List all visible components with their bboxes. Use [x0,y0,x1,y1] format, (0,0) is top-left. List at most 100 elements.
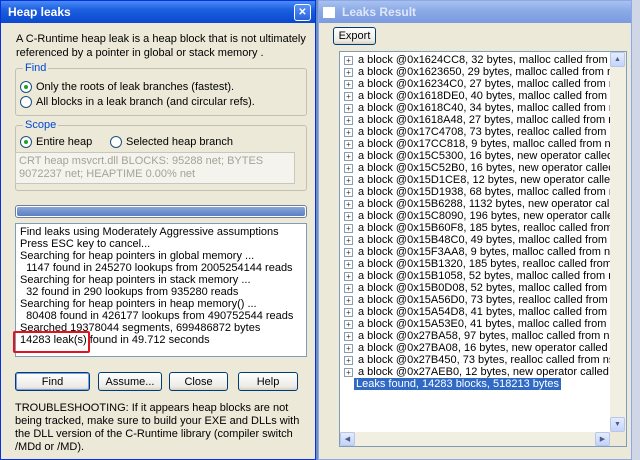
expand-plus-icon[interactable]: + [344,247,353,257]
scroll-up-icon[interactable]: ▲ [610,52,625,67]
expand-plus-icon[interactable]: + [344,259,353,269]
expand-plus-icon[interactable]: + [344,223,353,233]
tree-row-label: a block @0x27BA58, 97 bytes, malloc call… [358,330,611,342]
expand-plus-icon[interactable]: + [344,271,353,281]
tree-row[interactable]: + a block @0x16234C0, 27 bytes, malloc ca… [340,78,611,90]
log-line: Press ESC key to cancel... [20,238,151,250]
tree-row[interactable]: + a block @0x15C8090, 196 bytes, new oper… [340,210,611,222]
troubleshooting-text: TROUBLESHOOTING: If it appears heap bloc… [15,402,300,453]
find-roots-label: Only the roots of leak branches (fastest… [36,81,235,93]
tree-row[interactable]: + a block @0x15A54D8, 41 bytes, malloc ca… [340,306,611,318]
tree-rows: + a block @0x1624CC8, 32 bytes, malloc ca… [340,54,611,434]
size-grip [610,432,626,446]
vertical-scrollbar[interactable]: ▲ ▼ [610,52,626,432]
tree-row[interactable]: + a block @0x15D1938, 68 bytes, malloc ca… [340,186,611,198]
heap-info-field: CRT heap msvcrt.dll BLOCKS: 95288 net; B… [15,152,295,184]
expand-plus-icon[interactable]: + [344,139,353,149]
tree-row-label: a block @0x15A54D8, 41 bytes, malloc cal… [358,306,611,318]
log-line: 80408 found in 426177 lookups from 49075… [20,310,294,322]
tree-row-label: a block @0x1618A48, 27 bytes, malloc cal… [358,114,611,126]
scope-branch-radio[interactable]: Selected heap branch [110,136,233,148]
tree-row[interactable]: + a block @0x15B60F8, 185 bytes, realloc … [340,222,611,234]
expand-plus-icon[interactable]: + [344,367,353,377]
leaks-tree[interactable]: + a block @0x1624CC8, 32 bytes, malloc ca… [339,51,627,447]
expand-plus-icon[interactable]: + [344,199,353,209]
expand-plus-icon[interactable]: + [344,211,353,221]
tree-row[interactable]: + a block @0x15B1320, 185 bytes, realloc … [340,258,611,270]
tree-row[interactable]: + a block @0x27AEB0, 12 bytes, new operat… [340,366,611,378]
tree-row-label: a block @0x15B1320, 185 bytes, realloc c… [358,258,611,270]
assume-button[interactable]: Assume... [98,372,162,391]
tree-row[interactable]: + a block @0x17C4708, 73 bytes, realloc c… [340,126,611,138]
tree-row[interactable]: + a block @0x15A53E0, 41 bytes, malloc ca… [340,318,611,330]
scroll-down-icon[interactable]: ▼ [610,417,625,432]
radio-selected-icon[interactable] [20,81,32,93]
tree-row-label: a block @0x15B1058, 52 bytes, malloc cal… [358,270,611,282]
tree-row[interactable]: + a block @0x15F3AA8, 9 bytes, malloc cal… [340,246,611,258]
scope-entire-radio[interactable]: Entire heap [20,136,92,148]
tree-row[interactable]: + a block @0x27B450, 73 bytes, realloc ca… [340,354,611,366]
find-group: Find Only the roots of leak branches (fa… [15,62,307,116]
expand-plus-icon[interactable]: + [344,103,353,113]
radio-unselected-icon[interactable] [110,136,122,148]
expand-plus-icon[interactable]: + [344,295,353,305]
tree-row-label: a block @0x27B450, 73 bytes, realloc cal… [358,354,611,366]
horizontal-scrollbar[interactable]: ◀ ▶ [340,432,610,446]
expand-plus-icon[interactable]: + [344,175,353,185]
results-titlebar[interactable]: Leaks Result [319,1,631,23]
dialog-title: Heap leaks [8,5,71,19]
tree-row[interactable]: + a block @0x1618DE0, 40 bytes, malloc ca… [340,90,611,102]
expand-plus-icon[interactable]: + [344,91,353,101]
radio-unselected-icon[interactable] [20,96,32,108]
scroll-right-icon[interactable]: ▶ [595,432,610,446]
expand-plus-icon[interactable]: + [344,55,353,65]
find-button[interactable]: Find [15,372,90,391]
help-button[interactable]: Help [238,372,298,391]
tree-row[interactable]: + a block @0x27BA08, 16 bytes, new operat… [340,342,611,354]
expand-plus-icon[interactable]: + [344,331,353,341]
expand-plus-icon[interactable]: + [344,319,353,329]
tree-row[interactable]: + a block @0x17CC818, 9 bytes, malloc cal… [340,138,611,150]
tree-row[interactable]: + a block @0x15B0D08, 52 bytes, malloc ca… [340,282,611,294]
scroll-left-icon[interactable]: ◀ [340,432,355,446]
expand-plus-icon[interactable]: + [344,163,353,173]
expand-plus-icon[interactable]: + [344,283,353,293]
expand-plus-icon[interactable]: + [344,307,353,317]
tree-row[interactable]: + a block @0x15A56D0, 73 bytes, realloc c… [340,294,611,306]
find-all-label: All blocks in a leak branch (and circula… [36,96,255,108]
export-button[interactable]: Export [333,27,376,45]
tree-row[interactable]: + a block @0x15D1CE8, 12 bytes, new opera… [340,174,611,186]
expand-plus-icon[interactable]: + [344,67,353,77]
tree-row-label: a block @0x15A53E0, 41 bytes, malloc cal… [358,318,611,330]
expand-plus-icon[interactable]: + [344,79,353,89]
expand-plus-icon[interactable]: + [344,115,353,125]
tree-row[interactable]: + a block @0x1618C40, 34 bytes, malloc ca… [340,102,611,114]
tree-row[interactable]: + a block @0x15B6288, 1132 bytes, new ope… [340,198,611,210]
expand-plus-icon[interactable]: + [344,127,353,137]
tree-row[interactable]: + a block @0x1618A48, 27 bytes, malloc ca… [340,114,611,126]
tree-row[interactable]: + a block @0x15C52B0, 16 bytes, new opera… [340,162,611,174]
find-all-radio[interactable]: All blocks in a leak branch (and circula… [20,96,255,108]
dialog-titlebar[interactable]: Heap leaks ✕ [1,1,315,23]
heap-leaks-dialog: Heap leaks ✕ A C-Runtime heap leak is a … [0,0,316,460]
tree-row-label: a block @0x17C4708, 73 bytes, realloc ca… [358,126,611,138]
tree-row-label: a block @0x15D1CE8, 12 bytes, new operat… [358,174,611,186]
expand-plus-icon[interactable]: + [344,151,353,161]
tree-row[interactable]: + a block @0x15B1058, 52 bytes, malloc ca… [340,270,611,282]
radio-selected-icon[interactable] [20,136,32,148]
log-line: Searching for heap pointers in global me… [20,250,255,262]
close-icon[interactable]: ✕ [294,3,311,21]
expand-plus-icon[interactable]: + [344,235,353,245]
tree-row[interactable]: + a block @0x15B48C0, 49 bytes, malloc ca… [340,234,611,246]
close-button[interactable]: Close [169,372,228,391]
tree-row[interactable]: + a block @0x1623650, 29 bytes, malloc ca… [340,66,611,78]
find-roots-radio[interactable]: Only the roots of leak branches (fastest… [20,81,234,93]
expand-plus-icon[interactable]: + [344,355,353,365]
leaks-result-window: Leaks Result Export + a block @0x1624CC8,… [318,0,632,460]
expand-plus-icon[interactable]: + [344,343,353,353]
tree-row[interactable]: + a block @0x27BA58, 97 bytes, malloc cal… [340,330,611,342]
expand-plus-icon[interactable]: + [344,187,353,197]
tree-row[interactable]: + a block @0x15C5300, 16 bytes, new opera… [340,150,611,162]
tree-summary-row[interactable]: Leaks found, 14283 blocks, 518213 bytes [340,378,611,390]
tree-row[interactable]: + a block @0x1624CC8, 32 bytes, malloc ca… [340,54,611,66]
